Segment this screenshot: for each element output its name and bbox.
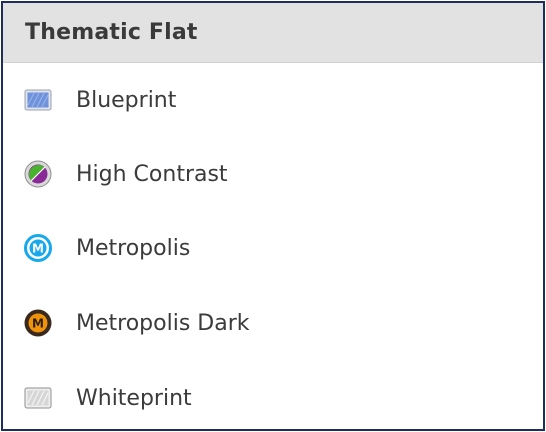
blueprint-swatch-icon bbox=[23, 85, 53, 115]
high-contrast-circle-icon bbox=[23, 159, 53, 189]
metropolis-m-icon: M bbox=[23, 233, 53, 263]
theme-item-metropolis[interactable]: M Metropolis bbox=[3, 219, 543, 279]
theme-item-metropolis-dark[interactable]: M Metropolis Dark bbox=[3, 294, 543, 354]
theme-item-high-contrast[interactable]: High Contrast bbox=[3, 145, 543, 205]
theme-item-blueprint[interactable]: Blueprint bbox=[3, 71, 543, 131]
theme-label: Whiteprint bbox=[76, 386, 192, 411]
metropolis-dark-m-icon: M bbox=[23, 308, 53, 338]
theme-label: Blueprint bbox=[76, 88, 177, 113]
theme-item-whiteprint[interactable]: Whiteprint bbox=[3, 369, 543, 429]
svg-text:M: M bbox=[32, 317, 44, 331]
section-title: Thematic Flat bbox=[25, 20, 198, 45]
theme-label: Metropolis Dark bbox=[76, 311, 250, 336]
theme-list-panel: Thematic Flat Blueprint High Contrast M … bbox=[1, 1, 545, 431]
whiteprint-swatch-icon bbox=[23, 383, 53, 413]
svg-text:M: M bbox=[32, 242, 44, 256]
theme-label: Metropolis bbox=[76, 236, 191, 261]
section-header: Thematic Flat bbox=[3, 3, 543, 63]
theme-label: High Contrast bbox=[76, 162, 228, 187]
